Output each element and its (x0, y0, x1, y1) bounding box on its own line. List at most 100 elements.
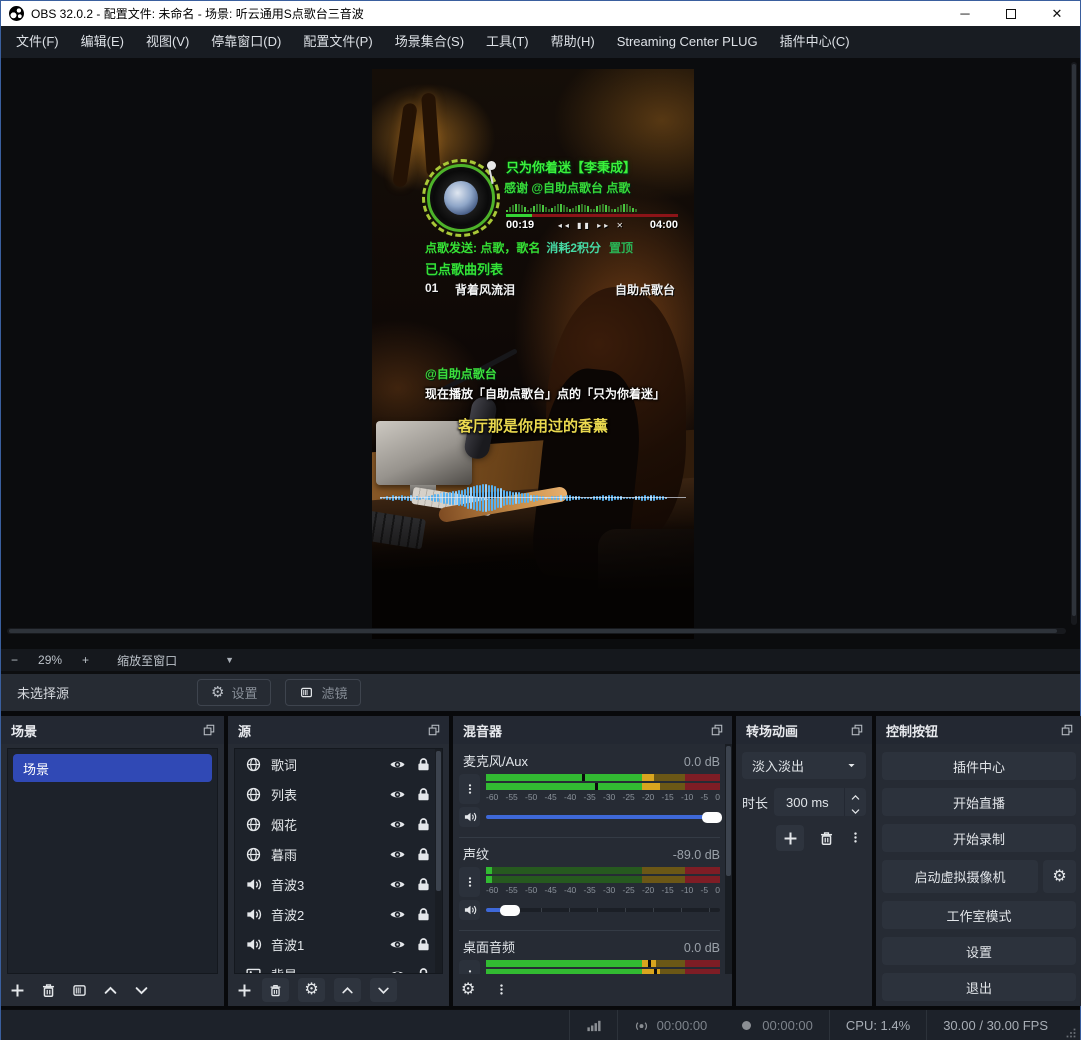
menu-item-7[interactable]: 帮助(H) (540, 26, 606, 58)
volume-slider[interactable] (486, 807, 720, 827)
mixer-scrollbar[interactable] (725, 744, 732, 974)
source-properties-button[interactable]: ⚙ (298, 978, 325, 1002)
channel-menu-button[interactable] (459, 774, 480, 804)
visibility-eye-icon[interactable] (389, 846, 406, 863)
preview-canvas[interactable]: 只为你着迷【李秉成】 感谢 @自助点歌台 点歌 00:19 ◂◂ ▮▮ ▸▸ ✕… (372, 69, 694, 639)
lock-icon[interactable] (415, 936, 432, 953)
add-scene-icon[interactable] (9, 982, 26, 999)
preview-area: 只为你着迷【李秉成】 感谢 @自助点歌台 点歌 00:19 ◂◂ ▮▮ ▸▸ ✕… (1, 58, 1080, 649)
source-row[interactable]: 背景 (235, 959, 442, 974)
maximize-button[interactable] (988, 1, 1034, 26)
preview-vscrollbar[interactable] (1071, 62, 1077, 625)
sources-scrollbar[interactable] (435, 749, 442, 973)
popout-icon[interactable] (427, 723, 441, 737)
control-button-1[interactable]: 开始直播 (882, 788, 1076, 816)
minimize-button[interactable]: ─ (942, 1, 988, 26)
popout-icon[interactable] (850, 723, 864, 737)
menu-item-0[interactable]: 文件(F) (5, 26, 70, 58)
menu-item-5[interactable]: 场景集合(S) (384, 26, 475, 58)
channel-db: 0.0 dB (684, 755, 720, 769)
lock-icon[interactable] (415, 846, 432, 863)
popout-icon[interactable] (202, 723, 216, 737)
source-row[interactable]: 音波3 (235, 869, 442, 899)
source-properties-button[interactable]: ⚙ 设置 (197, 679, 271, 706)
remove-scene-icon[interactable] (40, 982, 57, 999)
visibility-eye-icon[interactable] (389, 786, 406, 803)
transition-menu-icon[interactable] (849, 831, 862, 846)
vinyl-disc (427, 164, 495, 232)
close-button[interactable]: ✕ (1034, 1, 1080, 26)
source-row[interactable]: 烟花 (235, 809, 442, 839)
channel-menu-button[interactable] (459, 867, 480, 897)
control-button-3[interactable]: 启动虚拟摄像机 (882, 860, 1038, 893)
overlay-thanks-line: 感谢 @自助点歌台 点歌 (504, 179, 630, 196)
scenes-list: 场景 (7, 748, 218, 974)
control-button-6[interactable]: 退出 (882, 973, 1076, 1001)
volume-slider-handle[interactable] (702, 812, 722, 823)
scene-up-icon[interactable] (102, 982, 119, 999)
mute-button[interactable] (459, 900, 480, 920)
source-filters-button[interactable]: 滤镜 (285, 679, 361, 706)
lock-icon[interactable] (415, 756, 432, 773)
volume-slider-handle[interactable] (500, 905, 520, 916)
virtual-cam-config-button[interactable]: ⚙ (1043, 860, 1076, 893)
preview-hscrollbar[interactable] (7, 628, 1066, 634)
add-source-icon[interactable] (236, 982, 253, 999)
add-transition-button[interactable] (776, 825, 804, 851)
lock-icon[interactable] (415, 966, 432, 975)
popout-icon[interactable] (1060, 723, 1074, 737)
source-row[interactable]: 暮雨 (235, 839, 442, 869)
source-down-button[interactable] (370, 978, 397, 1002)
menu-item-9[interactable]: 插件中心(C) (769, 26, 861, 58)
source-up-button[interactable] (334, 978, 361, 1002)
menu-item-6[interactable]: 工具(T) (475, 26, 540, 58)
scene-down-icon[interactable] (133, 982, 150, 999)
resize-grip[interactable] (1064, 1026, 1078, 1040)
menu-item-1[interactable]: 编辑(E) (70, 26, 135, 58)
menu-item-2[interactable]: 视图(V) (135, 26, 200, 58)
channel-menu-button[interactable] (459, 960, 480, 974)
advanced-audio-icon[interactable]: ⚙ (461, 982, 475, 998)
spin-down-button[interactable] (845, 802, 866, 816)
lock-icon[interactable] (415, 786, 432, 803)
zoom-out-button[interactable]: − (1, 653, 28, 667)
transitions-body: 淡入淡出 时长 300 ms (736, 744, 872, 1006)
mini-spectrum (506, 203, 678, 212)
duration-spinner[interactable]: 300 ms (774, 788, 866, 816)
mute-button[interactable] (459, 807, 480, 827)
source-row[interactable]: 音波1 (235, 929, 442, 959)
remove-transition-icon[interactable] (818, 830, 835, 847)
lock-icon[interactable] (415, 876, 432, 893)
control-button-5[interactable]: 设置 (882, 937, 1076, 965)
menu-item-8[interactable]: Streaming Center PLUG (606, 26, 769, 58)
zoom-fit-label[interactable]: 缩放至窗口 (99, 652, 187, 669)
menu-item-3[interactable]: 停靠窗口(D) (200, 26, 292, 58)
scene-item[interactable]: 场景 (13, 754, 212, 782)
zoom-in-button[interactable]: + (72, 653, 99, 667)
popout-icon[interactable] (710, 723, 724, 737)
visibility-eye-icon[interactable] (389, 966, 406, 975)
visibility-eye-icon[interactable] (389, 936, 406, 953)
menu-item-4[interactable]: 配置文件(P) (292, 26, 383, 58)
volume-slider[interactable] (486, 900, 720, 920)
control-button-4[interactable]: 工作室模式 (882, 901, 1076, 929)
remove-source-button[interactable] (262, 978, 289, 1002)
meter-scale: -60-55-50-45-40-35-30-25-20-15-10-50 (486, 885, 720, 895)
spin-up-button[interactable] (845, 788, 866, 802)
control-button-2[interactable]: 开始录制 (882, 824, 1076, 852)
zoom-fit-caret-icon[interactable]: ▼ (215, 655, 244, 665)
visibility-eye-icon[interactable] (389, 816, 406, 833)
source-row[interactable]: 音波2 (235, 899, 442, 929)
mixer-toolbar: ⚙ (453, 974, 732, 1006)
lock-icon[interactable] (415, 816, 432, 833)
source-row[interactable]: 列表 (235, 779, 442, 809)
source-row[interactable]: 歌词 (235, 749, 442, 779)
mixer-menu-icon[interactable] (495, 983, 508, 998)
scene-filters-icon[interactable] (71, 982, 88, 999)
visibility-eye-icon[interactable] (389, 756, 406, 773)
lock-icon[interactable] (415, 906, 432, 923)
visibility-eye-icon[interactable] (389, 876, 406, 893)
visibility-eye-icon[interactable] (389, 906, 406, 923)
transition-select[interactable]: 淡入淡出 (742, 752, 866, 779)
control-button-0[interactable]: 插件中心 (882, 752, 1076, 780)
